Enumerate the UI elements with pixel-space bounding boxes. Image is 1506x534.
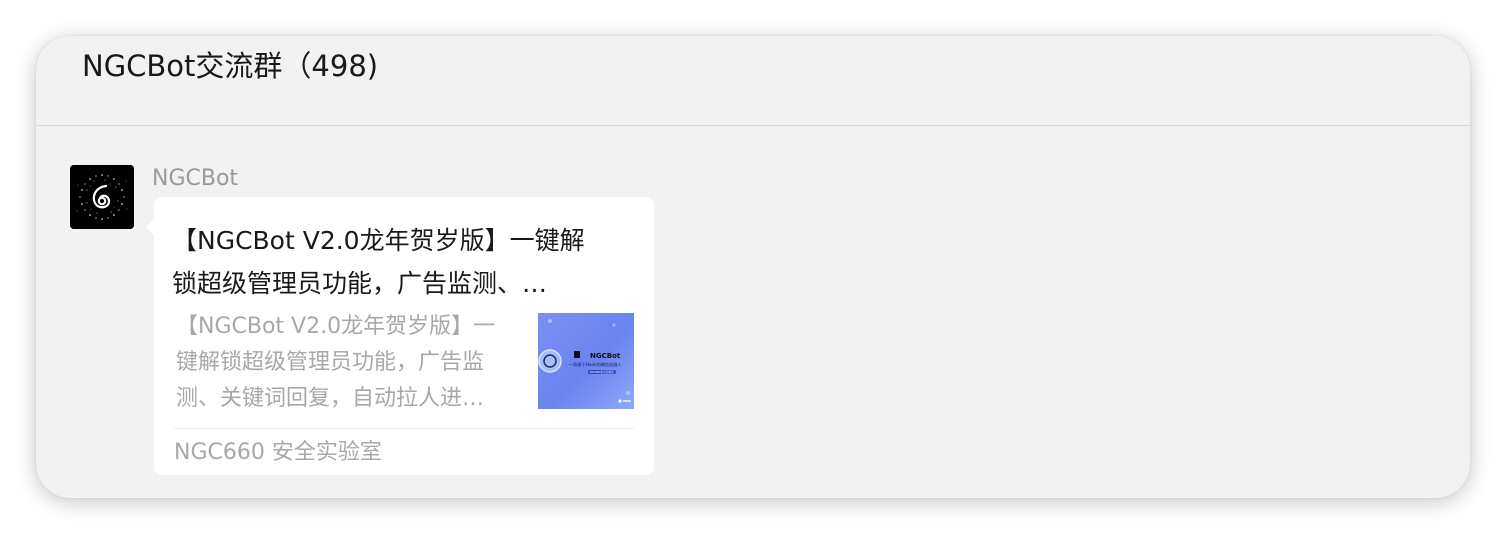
swirl-logo-icon: [70, 165, 134, 229]
chat-window: NGCBot交流群（498) NGCBot 【NGCBot V2.0龙年贺岁版】…: [36, 36, 1470, 498]
chat-header: NGCBot交流群（498): [36, 36, 1470, 126]
sender-name: NGCBot: [152, 166, 239, 191]
thumbnail-subtitle: 一款基于Hook的微信机器人: [569, 361, 622, 368]
card-thumbnail: NGCBot 一款基于Hook的微信机器人 NGC660安全实验室: [538, 313, 634, 409]
card-title: 【NGCBot V2.0龙年贺岁版】一键解 锁超级管理员功能，广告监测、…: [172, 226, 585, 298]
bubble-tail: [146, 219, 154, 235]
avatar[interactable]: [70, 165, 134, 229]
card-divider: [174, 428, 634, 429]
thumbnail-brand: NGCBot: [590, 352, 621, 360]
card-description: 【NGCBot V2.0龙年贺岁版】一 键解锁超级管理员功能，广告监 测、关键词…: [176, 314, 496, 411]
article-card[interactable]: 【NGCBot V2.0龙年贺岁版】一键解 锁超级管理员功能，广告监测、… 【N…: [146, 197, 654, 475]
card-source: NGC660 安全实验室: [174, 440, 382, 465]
chat-title: NGCBot交流群（498): [82, 49, 379, 83]
thumbnail-tag: NGC660安全实验室: [590, 370, 614, 374]
